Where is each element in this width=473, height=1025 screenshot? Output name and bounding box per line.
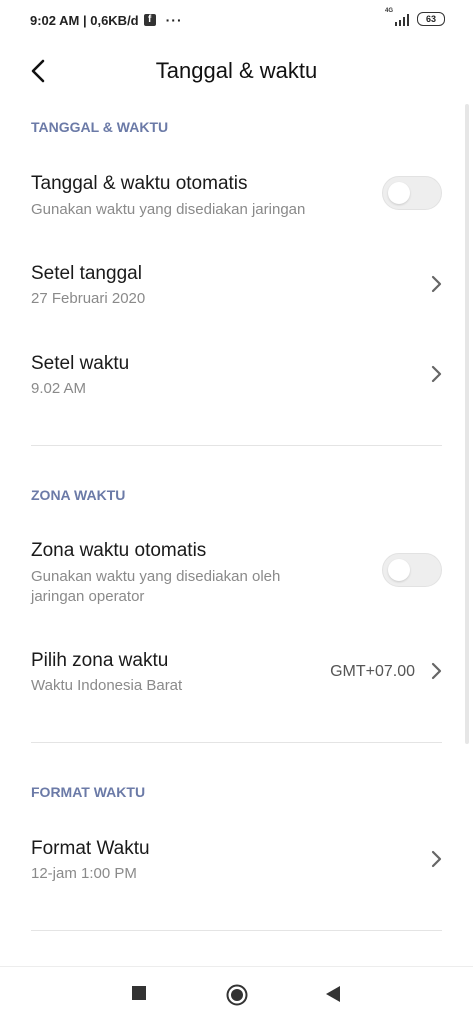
auto-time-zone-subtitle-line1: Gunakan waktu yang disediakan oleh xyxy=(31,568,281,585)
set-time-title: Setel waktu xyxy=(31,353,130,374)
pick-time-zone-title: Pilih zona waktu xyxy=(31,650,169,671)
circle-icon xyxy=(226,984,248,1006)
time-format-subtitle: 12-jam 1:00 PM xyxy=(31,865,137,882)
toggle-knob xyxy=(388,182,410,204)
triangle-back-icon xyxy=(326,986,340,1002)
facebook-notification-icon: f xyxy=(143,14,156,26)
section-header-time-zone: ZONA WAKTU xyxy=(31,487,126,503)
header: Tanggal & waktu xyxy=(0,46,473,96)
chevron-right-icon xyxy=(431,275,442,293)
set-date-title: Setel tanggal xyxy=(31,263,142,284)
chevron-right-icon xyxy=(431,850,442,868)
status-time-speed: 9:02 AM | 0,6KB/d xyxy=(30,12,139,28)
auto-date-time-subtitle: Gunakan waktu yang disediakan jaringan xyxy=(31,201,306,218)
network-type-label: 4G xyxy=(385,8,394,14)
divider xyxy=(31,930,442,931)
section-header-time-format: FORMAT WAKTU xyxy=(31,784,146,800)
more-notifications-icon: ··· xyxy=(165,12,183,28)
pick-time-zone-item[interactable]: Pilih zona waktu Waktu Indonesia Barat G… xyxy=(0,637,473,707)
pick-time-zone-subtitle: Waktu Indonesia Barat xyxy=(31,677,183,694)
auto-date-time-title: Tanggal & waktu otomatis xyxy=(31,173,248,194)
auto-time-zone-title: Zona waktu otomatis xyxy=(31,540,207,561)
auto-time-zone-item[interactable]: Zona waktu otomatis Gunakan waktu yang d… xyxy=(0,527,473,612)
status-left: 9:02 AM | 0,6KB/d f ··· xyxy=(30,12,183,28)
battery-level: 63 xyxy=(425,14,436,24)
chevron-right-icon xyxy=(431,662,442,680)
system-back-button[interactable] xyxy=(325,985,341,1008)
time-format-title: Format Waktu xyxy=(31,838,150,859)
page-title: Tanggal & waktu xyxy=(155,58,318,83)
set-time-subtitle: 9.02 AM xyxy=(31,380,87,397)
divider xyxy=(31,445,442,446)
section-header-date-time: TANGGAL & WAKTU xyxy=(31,119,169,135)
time-format-item[interactable]: Format Waktu 12-jam 1:00 PM xyxy=(0,825,473,895)
status-bar: 9:02 AM | 0,6KB/d f ··· 4G 63 xyxy=(0,0,473,40)
time-zone-value: GMT+07.00 xyxy=(330,663,415,680)
auto-date-time-toggle[interactable] xyxy=(382,176,442,210)
home-button[interactable] xyxy=(226,984,248,1011)
set-time-item[interactable]: Setel waktu 9.02 AM xyxy=(0,340,473,410)
square-icon xyxy=(132,986,146,1000)
auto-time-zone-toggle[interactable] xyxy=(382,553,442,587)
auto-time-zone-subtitle-line2: jaringan operator xyxy=(31,588,145,605)
signal-icon: 4G xyxy=(385,8,409,26)
toggle-knob xyxy=(388,559,410,581)
divider xyxy=(31,742,442,743)
recents-button[interactable] xyxy=(131,985,147,1006)
set-date-item[interactable]: Setel tanggal 27 Februari 2020 xyxy=(0,250,473,320)
navigation-bar xyxy=(0,966,473,1025)
set-date-subtitle: 27 Februari 2020 xyxy=(31,290,146,307)
battery-icon: 63 xyxy=(417,12,445,26)
auto-date-time-item[interactable]: Tanggal & waktu otomatis Gunakan waktu y… xyxy=(0,160,473,230)
chevron-right-icon xyxy=(431,365,442,383)
status-right: 4G 63 xyxy=(385,8,445,26)
